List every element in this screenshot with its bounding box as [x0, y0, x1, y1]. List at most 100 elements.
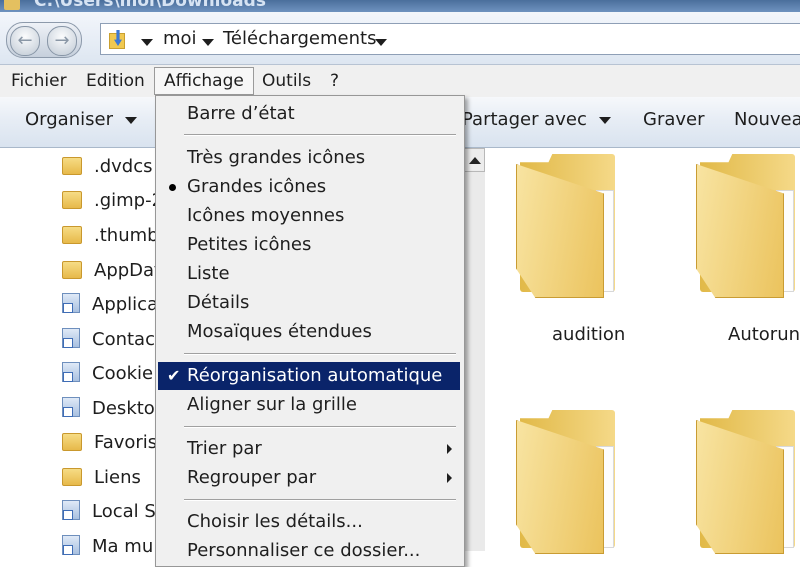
folder-tile[interactable] [510, 150, 622, 300]
nav-item[interactable]: Ma mu [62, 532, 153, 562]
menu-item-sort-by[interactable]: Trier par [158, 435, 460, 463]
menu-item-tiles[interactable]: Mosaïques étendues [158, 318, 460, 346]
address-box[interactable]: moi Téléchargements [100, 23, 800, 55]
share-with-button[interactable]: Partager avec [462, 109, 611, 130]
shortcut-icon [62, 362, 80, 382]
nav-item-label: .thumb [94, 225, 159, 246]
forward-button[interactable]: → [47, 26, 77, 56]
window-title: C:\Users\moi\Downloads [34, 0, 266, 11]
menu-item-label: Mosaïques étendues [187, 321, 372, 342]
nav-item-label: Favoris [94, 432, 158, 453]
folder-label: Autoruns [728, 324, 800, 345]
radio-bullet-icon [169, 184, 176, 191]
menu-item-label: Choisir les détails... [187, 511, 363, 532]
crumb-root-chevron-icon[interactable] [141, 39, 153, 46]
nav-item-label: Cookie [92, 363, 154, 384]
shortcut-icon [62, 293, 80, 313]
menu-item-status-bar[interactable]: Barre d’état [158, 100, 460, 128]
folder-tile[interactable] [510, 406, 622, 556]
organize-label: Organiser [25, 109, 113, 130]
menu-item-auto-arrange[interactable]: ✔ Réorganisation automatique [158, 362, 460, 390]
nav-item[interactable]: Deskto [62, 394, 155, 424]
title-bar: C:\Users\moi\Downloads [0, 0, 800, 12]
menu-item-customize-folder[interactable]: Personnaliser ce dossier... [158, 537, 460, 565]
nav-item-label: Contac [92, 329, 155, 350]
menu-item-label: Trier par [187, 438, 262, 459]
new-folder-button[interactable]: Nouvea [734, 109, 800, 130]
menu-item-label: Regrouper par [187, 467, 317, 488]
nav-item-label: Applica [92, 294, 159, 315]
shortcut-icon [62, 500, 80, 520]
breadcrumb-downloads[interactable]: Téléchargements [223, 28, 376, 49]
address-bar-row: ← → moi Téléchargements [0, 12, 800, 65]
nav-item-label: Liens [94, 467, 141, 488]
nav-item-label: Ma mu [92, 536, 154, 557]
menu-edit[interactable]: Edition [78, 69, 153, 93]
folder-icon [62, 261, 82, 279]
menu-item-small-icons[interactable]: Petites icônes [158, 231, 460, 259]
menu-item-details[interactable]: Détails [158, 289, 460, 317]
back-button[interactable]: ← [10, 26, 40, 56]
nav-item[interactable]: Contac [62, 325, 155, 355]
menu-view[interactable]: Affichage [154, 67, 254, 95]
submenu-arrow-icon [447, 473, 452, 483]
scroll-up-icon [469, 157, 481, 164]
submenu-arrow-icon [447, 444, 452, 454]
menu-item-label: Liste [187, 263, 230, 284]
scroll-up-button[interactable] [463, 148, 485, 172]
links-icon [62, 468, 82, 486]
nav-item[interactable]: AppDat [62, 256, 161, 286]
menu-item-choose-details[interactable]: Choisir les détails... [158, 508, 460, 536]
menu-separator [184, 499, 456, 501]
menu-item-label: Aligner sur la grille [187, 394, 357, 415]
organize-button[interactable]: Organiser [25, 109, 137, 130]
folder-icon [62, 226, 82, 244]
menu-item-label: Très grandes icônes [187, 147, 366, 168]
check-icon: ✔ [167, 366, 181, 385]
shortcut-icon [62, 535, 80, 555]
burn-button[interactable]: Graver [643, 109, 705, 130]
menu-separator [184, 353, 456, 355]
menu-separator [184, 426, 456, 428]
share-with-label: Partager avec [462, 109, 587, 130]
menu-item-group-by[interactable]: Regrouper par [158, 464, 460, 492]
nav-item[interactable]: .thumb [62, 221, 159, 251]
nav-item-label: Deskto [92, 398, 155, 419]
menu-bar: Fichier Edition Affichage Outils ? [0, 65, 800, 97]
nav-item-label: .dvdcs [94, 156, 153, 177]
menu-item-label: Réorganisation automatique [187, 365, 443, 386]
breadcrumb-moi[interactable]: moi [163, 28, 197, 49]
menu-item-label: Petites icônes [187, 234, 312, 255]
menu-item-label: Détails [187, 292, 250, 313]
contacts-icon [62, 328, 80, 348]
folder-tile[interactable] [690, 150, 800, 300]
menu-item-large-icons[interactable]: Grandes icônes [158, 173, 460, 201]
menu-help[interactable]: ? [322, 69, 347, 93]
nav-item[interactable]: Favoris [62, 428, 157, 458]
crumb-downloads-chevron-icon[interactable] [375, 39, 387, 46]
nav-item[interactable]: Local S [62, 497, 156, 527]
nav-scrollbar[interactable] [462, 148, 485, 551]
nav-item[interactable]: .dvdcs [62, 152, 153, 182]
share-chevron-icon [598, 116, 611, 124]
menu-file[interactable]: Fichier [3, 69, 75, 93]
menu-item-align-to-grid[interactable]: Aligner sur la grille [158, 391, 460, 419]
menu-item-extra-large-icons[interactable]: Très grandes icônes [158, 144, 460, 172]
menu-separator [184, 134, 456, 136]
menu-tools[interactable]: Outils [254, 69, 319, 93]
nav-item[interactable]: Applica [62, 290, 158, 320]
menu-item-medium-icons[interactable]: Icônes moyennes [158, 202, 460, 230]
nav-item[interactable]: Liens [62, 463, 141, 493]
nav-item[interactable]: Cookie [62, 359, 153, 389]
menu-item-list[interactable]: Liste [158, 260, 460, 288]
window-folder-icon [4, 0, 20, 10]
folder-tile[interactable] [690, 406, 800, 556]
folder-icon [62, 157, 82, 175]
downloads-folder-icon [109, 30, 125, 49]
organize-chevron-icon [124, 116, 137, 124]
nav-item[interactable]: .gimp-2 [62, 186, 163, 216]
nav-buttons: ← → [6, 22, 82, 58]
nav-item-label: Local S [92, 501, 156, 522]
folder-label: audition [552, 324, 626, 345]
crumb-moi-chevron-icon[interactable] [202, 39, 214, 46]
